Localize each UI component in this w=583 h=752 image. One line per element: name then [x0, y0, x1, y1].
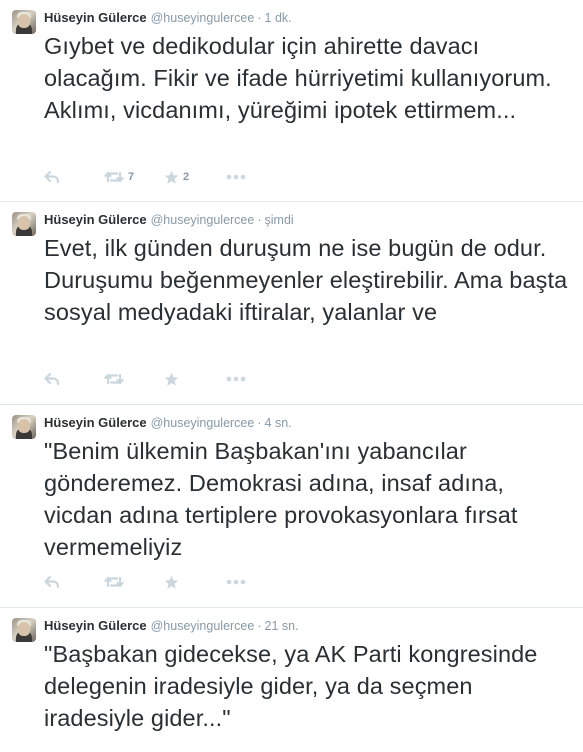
retweet-button[interactable] [104, 369, 164, 389]
star-icon [164, 372, 179, 386]
tweet-time[interactable]: şimdi [265, 213, 294, 227]
more-dots-icon [226, 376, 246, 382]
tweet[interactable]: Hüseyin Gülerce @huseyingulercee · 1 dk. Gı… [0, 0, 583, 202]
tweet-actions [44, 572, 256, 592]
reply-button[interactable] [44, 572, 104, 592]
tweet-actions [44, 369, 256, 389]
tweet-header: Hüseyin Gülerce @huseyingulercee · şimdi [44, 212, 294, 228]
tweet-header: Hüseyin Gülerce @huseyingulercee · 4 sn. [44, 415, 292, 431]
tweet-text: "Başbakan gidecekse, ya AK Parti kongres… [44, 641, 538, 731]
reply-button[interactable] [44, 167, 104, 187]
more-button[interactable] [226, 369, 256, 389]
tweet[interactable]: Hüseyin Gülerce @huseyingulercee · 4 sn. "B… [0, 405, 583, 608]
avatar[interactable] [12, 10, 36, 34]
avatar[interactable] [12, 618, 36, 642]
star-icon [164, 575, 179, 589]
author-handle[interactable]: @huseyingulercee [151, 416, 255, 430]
retweet-button[interactable]: 7 [104, 167, 164, 187]
avatar[interactable] [12, 415, 36, 439]
favorite-button[interactable]: 2 [164, 167, 226, 187]
star-icon [164, 170, 179, 184]
tweet-text: "Benim ülkemin Başbakan'ını yabancılar g… [44, 438, 518, 560]
more-button[interactable] [226, 572, 256, 592]
author-handle[interactable]: @huseyingulercee [151, 619, 255, 633]
retweet-button[interactable] [104, 572, 164, 592]
more-button[interactable] [226, 167, 256, 187]
author-handle[interactable]: @huseyingulercee [151, 213, 255, 227]
author-name[interactable]: Hüseyin Gülerce [44, 415, 147, 430]
tweet-text: Evet, ilk günden duruşum ne ise bugün de… [44, 235, 568, 325]
retweet-icon [104, 373, 124, 385]
favorite-count: 2 [183, 171, 190, 183]
reply-button[interactable] [44, 369, 104, 389]
tweet[interactable]: Hüseyin Gülerce @huseyingulercee · 21 sn. "… [0, 608, 583, 752]
separator-dot: · [257, 213, 262, 227]
tweet-time[interactable]: 21 sn. [265, 619, 299, 633]
author-name[interactable]: Hüseyin Gülerce [44, 10, 147, 25]
tweet-time[interactable]: 1 dk. [265, 11, 292, 25]
tweet-time[interactable]: 4 sn. [265, 416, 292, 430]
retweet-icon [104, 171, 124, 183]
reply-icon [44, 170, 60, 184]
retweet-icon [104, 576, 124, 588]
separator-dot: · [257, 11, 262, 25]
author-handle[interactable]: @huseyingulercee [151, 11, 255, 25]
separator-dot: · [257, 416, 262, 430]
favorite-button[interactable] [164, 369, 226, 389]
more-dots-icon [226, 579, 246, 585]
favorite-button[interactable] [164, 572, 226, 592]
tweet-text: Gıybet ve dedikodular için ahirette dava… [44, 33, 552, 123]
reply-icon [44, 372, 60, 386]
more-dots-icon [226, 174, 246, 180]
tweet-header: Hüseyin Gülerce @huseyingulercee · 1 dk. [44, 10, 292, 26]
separator-dot: · [257, 619, 262, 633]
retweet-count: 7 [128, 171, 135, 183]
tweet-actions: 7 2 [44, 167, 256, 187]
tweet-header: Hüseyin Gülerce @huseyingulercee · 21 sn. [44, 618, 299, 634]
author-name[interactable]: Hüseyin Gülerce [44, 618, 147, 633]
avatar[interactable] [12, 212, 36, 236]
reply-icon [44, 575, 60, 589]
author-name[interactable]: Hüseyin Gülerce [44, 212, 147, 227]
tweet[interactable]: Hüseyin Gülerce @huseyingulercee · şimdi Ev… [0, 202, 583, 405]
